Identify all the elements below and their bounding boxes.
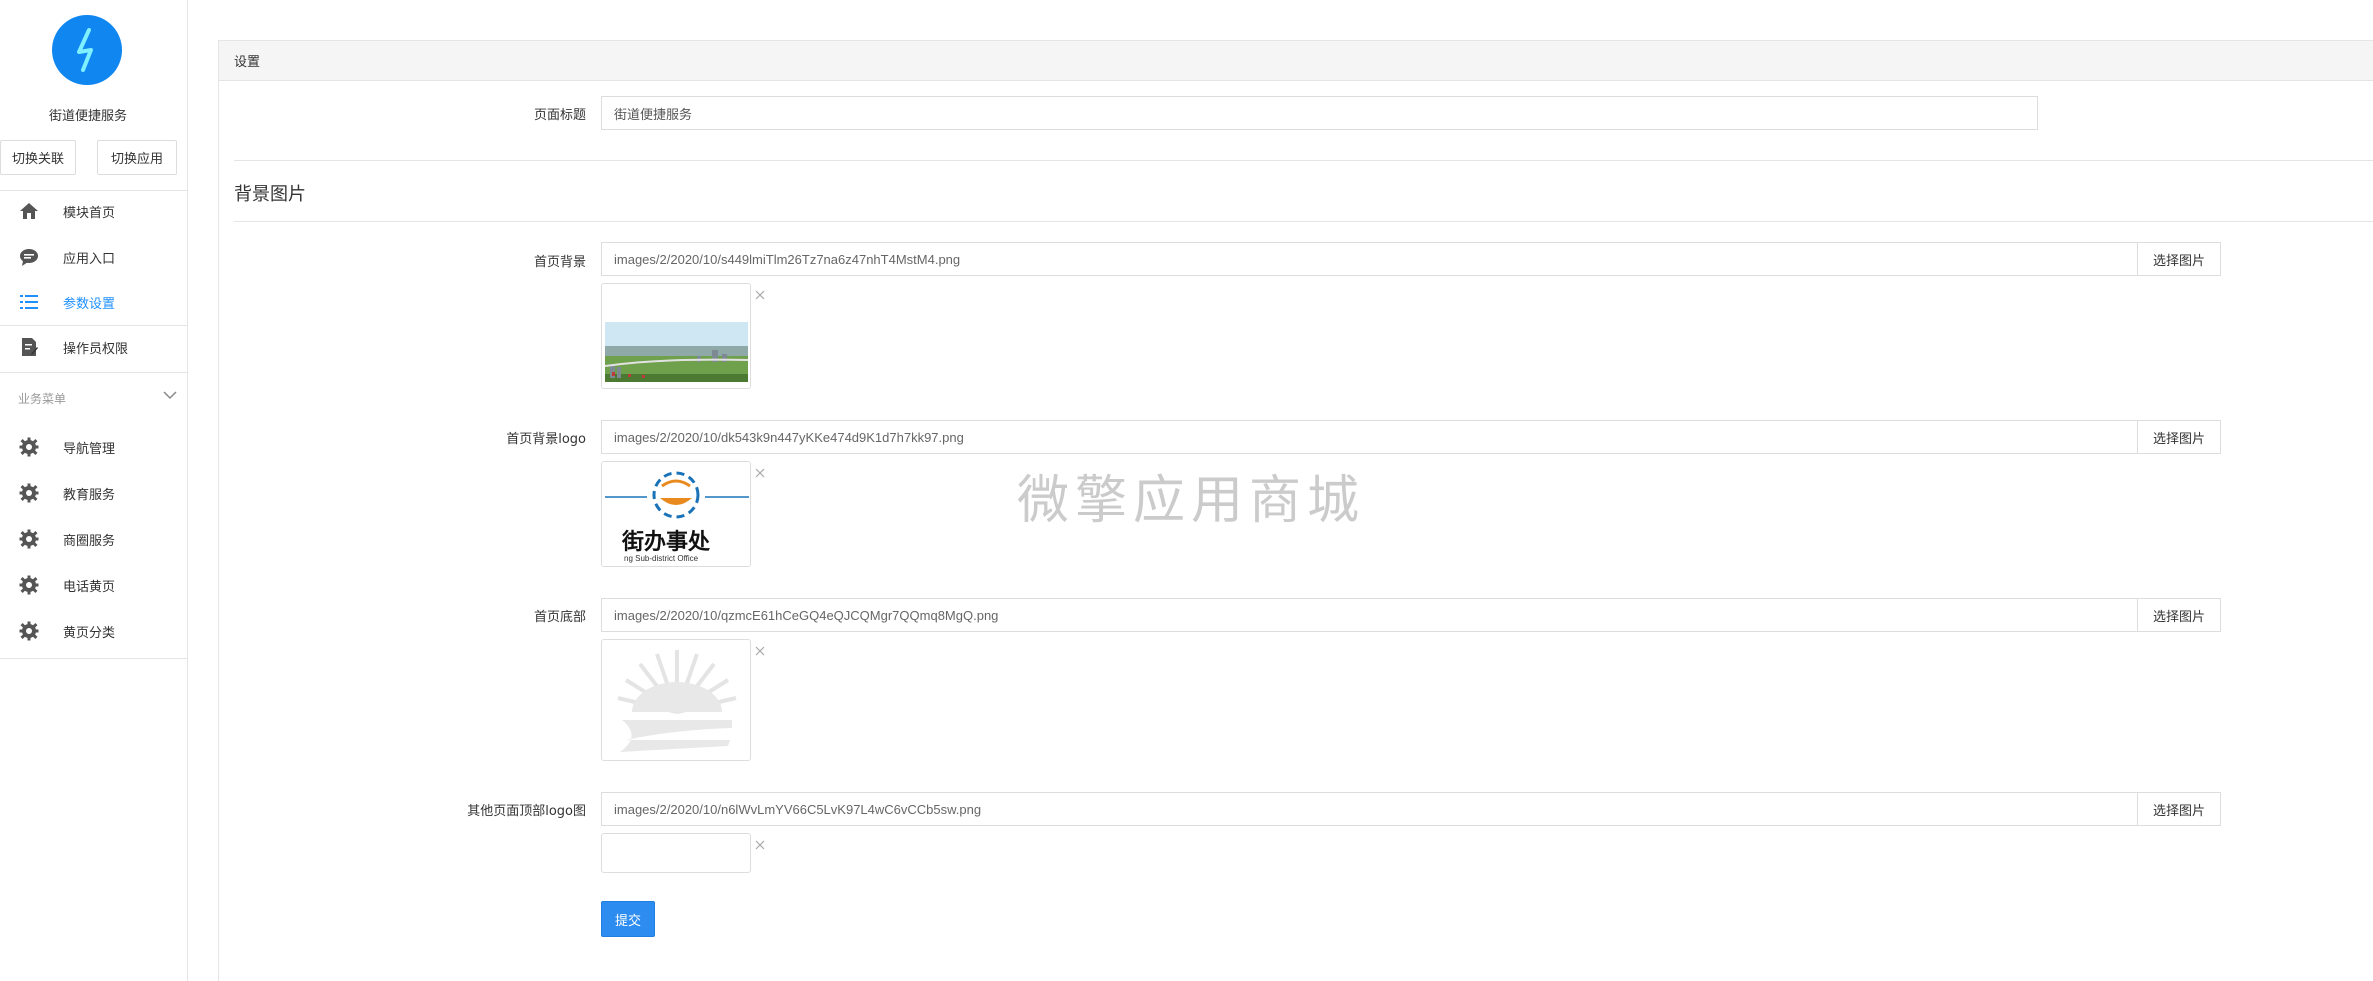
- chevron-down-icon[interactable]: [161, 386, 179, 404]
- home-bg-logo-path-input[interactable]: images/2/2020/10/dk543k9n447yKKe474d9K1d…: [601, 420, 2138, 454]
- other-page-logo-pick-button[interactable]: 选择图片: [2138, 792, 2221, 826]
- home-icon: [18, 200, 40, 222]
- divider: [0, 658, 188, 659]
- menu-group-label: 业务菜单: [18, 392, 67, 406]
- home-bg-thumbnail: [601, 283, 751, 389]
- home-bg-logo-pick-button[interactable]: 选择图片: [2138, 420, 2221, 454]
- chat-icon: [18, 246, 40, 268]
- home-bg-logo-label: 首页背景logo: [506, 432, 586, 447]
- sidebar-item-label: 黄页分类: [63, 625, 116, 641]
- sidebar-item-nav-management[interactable]: 导航管理: [0, 425, 188, 469]
- remove-image-icon[interactable]: [754, 289, 766, 301]
- sidebar-item-param-settings[interactable]: 参数设置: [0, 280, 188, 324]
- home-bg-pick-button[interactable]: 选择图片: [2138, 242, 2221, 276]
- other-page-logo-label: 其他页面顶部logo图: [467, 804, 586, 819]
- home-bg-path-input[interactable]: images/2/2020/10/s449lmiTlm26Tz7na6z47nh…: [601, 242, 2138, 276]
- divider: [0, 372, 188, 373]
- edit-doc-icon: [18, 336, 40, 358]
- watermark: 微擎应用商城: [1017, 471, 1366, 531]
- page-title-input[interactable]: 街道便捷服务: [601, 96, 2038, 130]
- sidebar-item-label: 电话黄页: [63, 579, 116, 595]
- section-title: 背景图片: [234, 184, 306, 205]
- sidebar-item-education[interactable]: 教育服务: [0, 471, 188, 515]
- switch-app-button[interactable]: 切换应用: [97, 140, 177, 175]
- sidebar-item-label: 操作员权限: [63, 341, 129, 357]
- gear-icon: [18, 436, 40, 458]
- sidebar-item-label: 商圈服务: [63, 533, 116, 549]
- sidebar-item-label: 教育服务: [63, 487, 116, 503]
- lightning-icon: [77, 28, 93, 72]
- sidebar-item-label: 模块首页: [63, 205, 116, 221]
- other-page-logo-thumbnail: [601, 833, 751, 873]
- home-bottom-pick-button[interactable]: 选择图片: [2138, 598, 2221, 632]
- sidebar-item-business-district[interactable]: 商圈服务: [0, 517, 188, 561]
- home-bottom-label: 首页底部: [533, 610, 586, 625]
- sidebar: 街道便捷服务 切换关联 切换应用 模块首页 应用入口 参数设置 操作员权限 业务…: [0, 0, 188, 981]
- sidebar-item-yellow-page-category[interactable]: 黄页分类: [0, 609, 188, 653]
- remove-image-icon[interactable]: [754, 839, 766, 851]
- sidebar-item-operator-permission[interactable]: 操作员权限: [0, 325, 188, 369]
- gear-icon: [18, 528, 40, 550]
- gear-icon: [18, 482, 40, 504]
- panel-header: 设置: [219, 41, 2373, 81]
- other-page-logo-path-input[interactable]: images/2/2020/10/n6lWvLmYV66C5LvK97L4wC6…: [601, 792, 2138, 826]
- sidebar-item-phone-yellow-pages[interactable]: 电话黄页: [0, 563, 188, 607]
- sidebar-item-label: 导航管理: [63, 441, 116, 457]
- list-icon: [18, 291, 40, 313]
- sidebar-item-module-home[interactable]: 模块首页: [0, 189, 188, 233]
- divider: [234, 221, 2373, 222]
- sidebar-item-label: 参数设置: [63, 296, 116, 312]
- home-bg-label: 首页背景: [533, 255, 586, 270]
- home-bottom-thumbnail: [601, 639, 751, 761]
- logo-subtext: ng Sub-district Office: [624, 554, 699, 563]
- home-bg-logo-thumbnail: 街办事处 ng Sub-district Office: [601, 461, 751, 567]
- remove-image-icon[interactable]: [754, 645, 766, 657]
- home-bottom-path-input[interactable]: images/2/2020/10/qzmcE61hCeGQ4eQJCQMgr7Q…: [601, 598, 2138, 632]
- sidebar-item-app-entry[interactable]: 应用入口: [0, 235, 188, 279]
- page-title-label: 页面标题: [533, 108, 586, 123]
- logo-text: 街办事处: [622, 530, 711, 555]
- gear-icon: [18, 574, 40, 596]
- app-name: 街道便捷服务: [48, 109, 127, 124]
- sidebar-item-label: 应用入口: [63, 251, 116, 267]
- app-logo: [52, 15, 122, 85]
- remove-image-icon[interactable]: [754, 467, 766, 479]
- submit-button[interactable]: 提交: [601, 901, 655, 937]
- gear-icon: [18, 620, 40, 642]
- switch-related-button[interactable]: 切换关联: [0, 140, 76, 175]
- divider: [234, 160, 2373, 161]
